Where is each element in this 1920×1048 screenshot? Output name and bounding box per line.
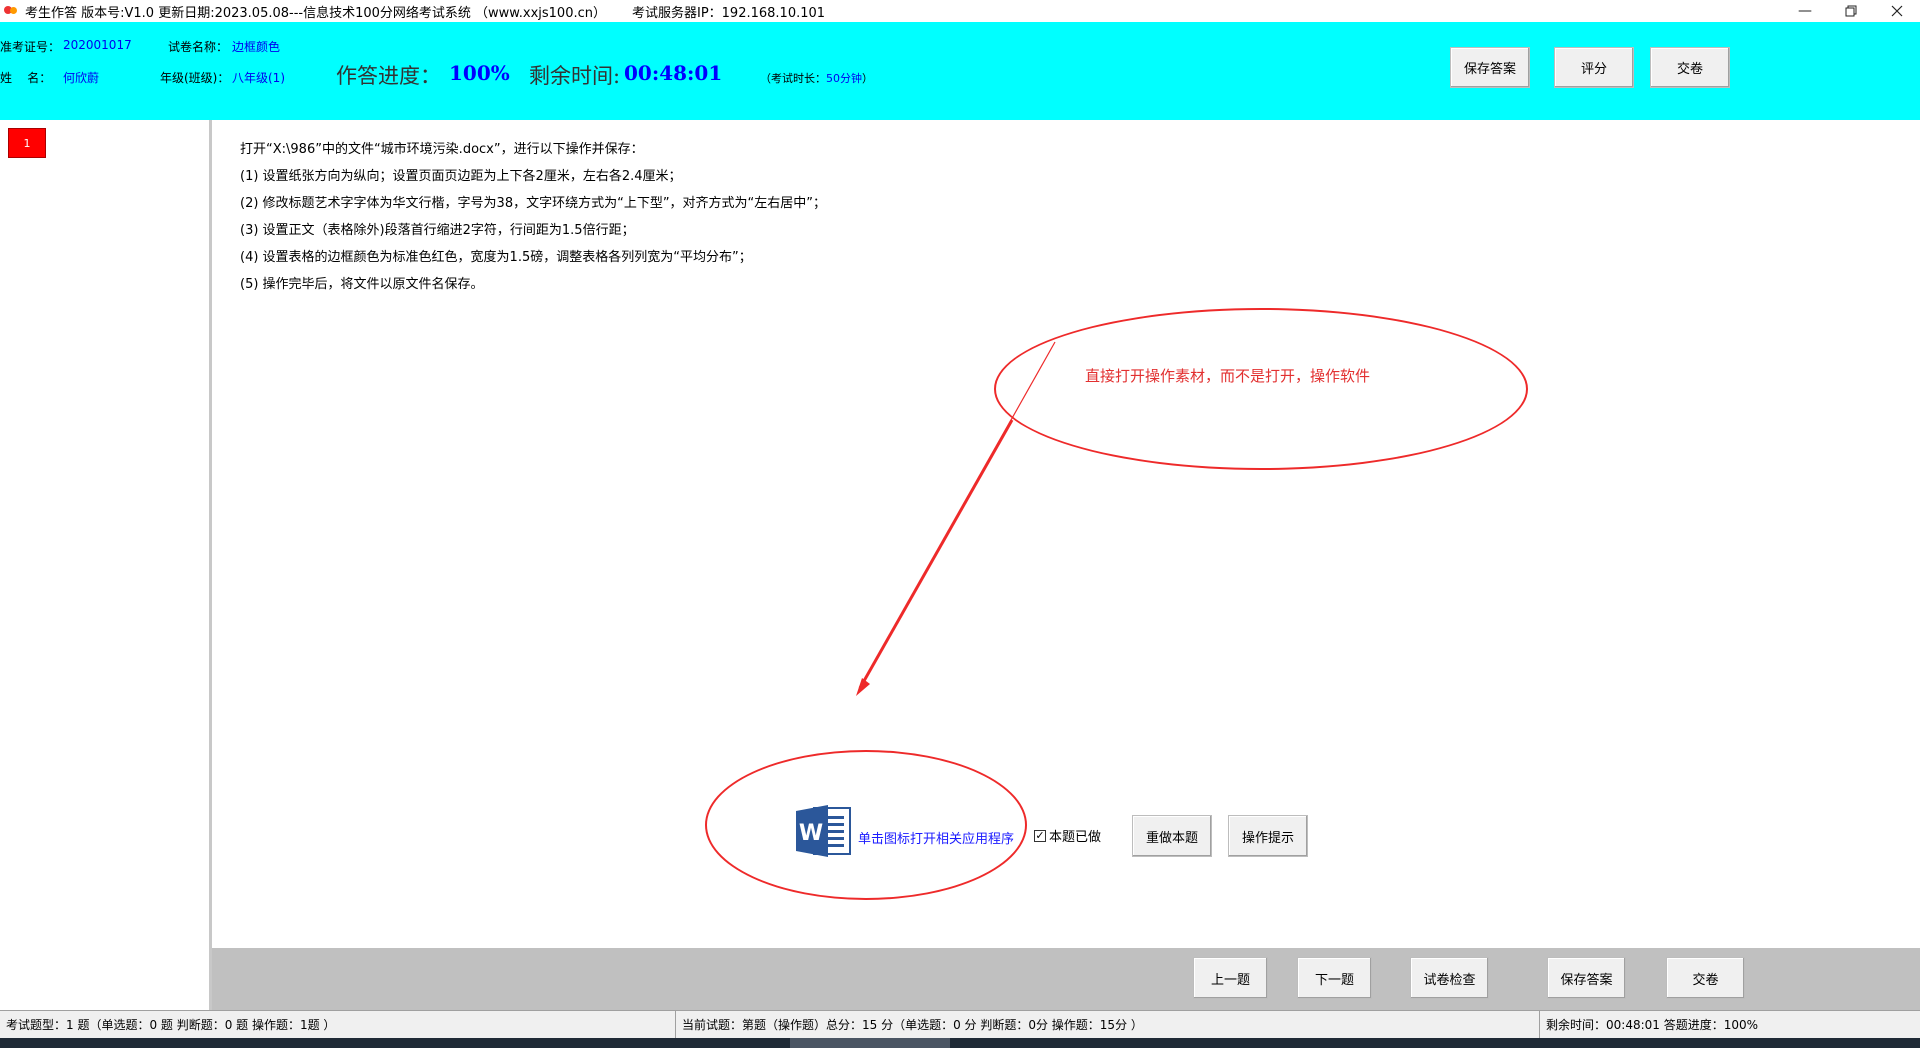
- remaining-time-label: 剩余时间:: [529, 64, 621, 88]
- exam-id-value: 202001017: [63, 38, 132, 52]
- window-controls: —: [1782, 0, 1920, 22]
- score-button[interactable]: 评分: [1554, 47, 1634, 88]
- instruction-line: (3) 设置正文（表格除外)段落首行缩进2字符，行间距为1.5倍行距；: [240, 223, 635, 238]
- app-title: 考生作答 版本号:V1.0 更新日期:2023.05.08---信息技术100分…: [25, 5, 606, 21]
- word-app-icon[interactable]: W: [794, 802, 852, 860]
- question-done-label: 本题已做: [1049, 830, 1102, 845]
- taskbar-active-item: [790, 1038, 950, 1048]
- annotation-ellipse-bottom: [705, 750, 1027, 900]
- duration-prefix: （考试时长：: [760, 72, 826, 85]
- progress-label: 作答进度：: [336, 64, 441, 88]
- exam-duration: （考试时长：50分钟）: [760, 70, 873, 86]
- exam-window: 考生作答 版本号:V1.0 更新日期:2023.05.08---信息技术100分…: [0, 0, 1920, 1048]
- exam-info-header: 准考证号： 202001017 试卷名称： 边框颜色 姓 名： 何欣蔚 年级(班…: [0, 22, 1920, 120]
- name-label: 姓 名：: [0, 71, 52, 85]
- next-question-button[interactable]: 下一题: [1297, 957, 1372, 999]
- submit-exam-bottom-button[interactable]: 交卷: [1666, 957, 1745, 999]
- instruction-line: (5) 操作完毕后，将文件以原文件名保存。: [240, 277, 484, 292]
- paper-name-label: 试卷名称：: [168, 40, 229, 54]
- exam-id-label: 准考证号：: [0, 40, 61, 54]
- minimize-icon[interactable]: —: [1782, 0, 1828, 22]
- prev-question-button[interactable]: 上一题: [1193, 957, 1268, 999]
- instruction-line: 打开“X:\986”中的文件“城市环境污染.docx”，进行以下操作并保存：: [240, 142, 644, 157]
- status-bar: 考试题型：1 题（单选题：0 题 判断题：0 题 操作题：1题 ） 当前试题：第…: [0, 1010, 1920, 1038]
- question-content: 打开“X:\986”中的文件“城市环境污染.docx”，进行以下操作并保存： (…: [212, 120, 1920, 948]
- question-done-checkbox[interactable]: ✓ 本题已做: [1034, 826, 1101, 845]
- svg-text:W: W: [799, 821, 823, 846]
- annotation-ellipse-top: [994, 308, 1528, 470]
- name-value: 何欣蔚: [63, 71, 100, 85]
- instruction-line: (2) 修改标题艺术字字体为华文行楷，字号为38，文字环绕方式为“上下型”，对齐…: [240, 196, 827, 211]
- instruction-line: (4) 设置表格的边框颜色为标准色红色，宽度为1.5磅，调整表格各列列宽为“平均…: [240, 250, 752, 265]
- taskbar-strip: [0, 1038, 1920, 1048]
- question-list-panel: 1: [0, 120, 212, 1010]
- remaining-time-value: 00:48:01: [624, 61, 723, 85]
- open-app-label[interactable]: 单击图标打开相关应用程序: [858, 828, 1014, 847]
- save-answer-button[interactable]: 保存答案: [1450, 47, 1530, 88]
- checkbox-checked-icon[interactable]: ✓: [1034, 829, 1046, 842]
- duration-suffix: ）: [862, 72, 873, 85]
- paper-name-value: 边框颜色: [232, 40, 281, 54]
- instruction-line: (1) 设置纸张方向为纵向；设置页面页边距为上下各2厘米，左右各2.4厘米；: [240, 169, 682, 184]
- check-paper-button[interactable]: 试卷检查: [1410, 957, 1489, 999]
- status-question-types: 考试题型：1 题（单选题：0 题 判断题：0 题 操作题：1题 ）: [0, 1011, 676, 1038]
- duration-value: 50分钟: [826, 72, 862, 85]
- close-icon[interactable]: [1874, 0, 1920, 22]
- status-remaining: 剩余时间：00:48:01 答题进度：100%: [1546, 1018, 1759, 1032]
- question-instructions: 打开“X:\986”中的文件“城市环境污染.docx”，进行以下操作并保存： (…: [240, 136, 826, 298]
- grade-label: 年级(班级)：: [160, 71, 230, 85]
- submit-exam-button[interactable]: 交卷: [1650, 47, 1730, 88]
- question-chip-1[interactable]: 1: [8, 128, 46, 158]
- server-ip: 考试服务器IP：192.168.10.101: [631, 5, 826, 21]
- app-logo-icon: [3, 3, 19, 19]
- annotation-text: 直接打开操作素材，而不是打开，操作软件: [1085, 367, 1371, 385]
- grade-value: 八年级(1): [232, 71, 285, 85]
- status-current-question: 当前试题：第题（操作题）总分：15 分（单选题：0 分 判断题：0分 操作题：1…: [676, 1011, 1540, 1038]
- save-answer-bottom-button[interactable]: 保存答案: [1547, 957, 1626, 999]
- title-bar: 考生作答 版本号:V1.0 更新日期:2023.05.08---信息技术100分…: [0, 0, 1920, 22]
- restore-icon[interactable]: [1828, 0, 1874, 22]
- bottom-nav-bar: 上一题 下一题 试卷检查 保存答案 交卷: [212, 948, 1920, 1010]
- progress-value: 100%: [449, 61, 510, 85]
- operation-hint-button[interactable]: 操作提示: [1228, 815, 1308, 857]
- redo-question-button[interactable]: 重做本题: [1132, 815, 1212, 857]
